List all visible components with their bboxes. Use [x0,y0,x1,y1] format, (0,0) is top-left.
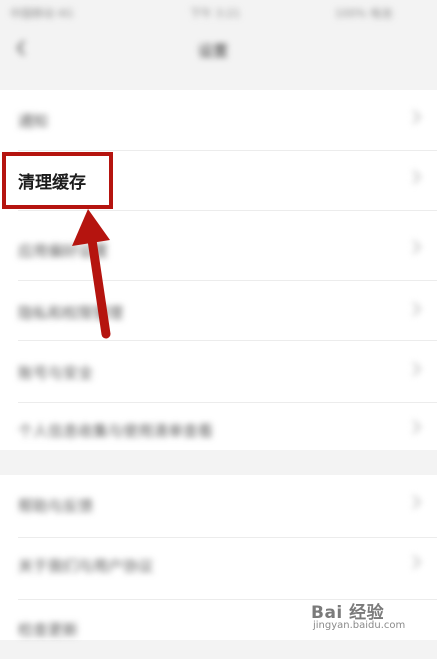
annotation-arrow-icon [72,209,111,339]
baidu-watermark: Bai 经验 jingyan.baidu.com [309,596,429,636]
watermark-url: jingyan.baidu.com [313,620,406,631]
